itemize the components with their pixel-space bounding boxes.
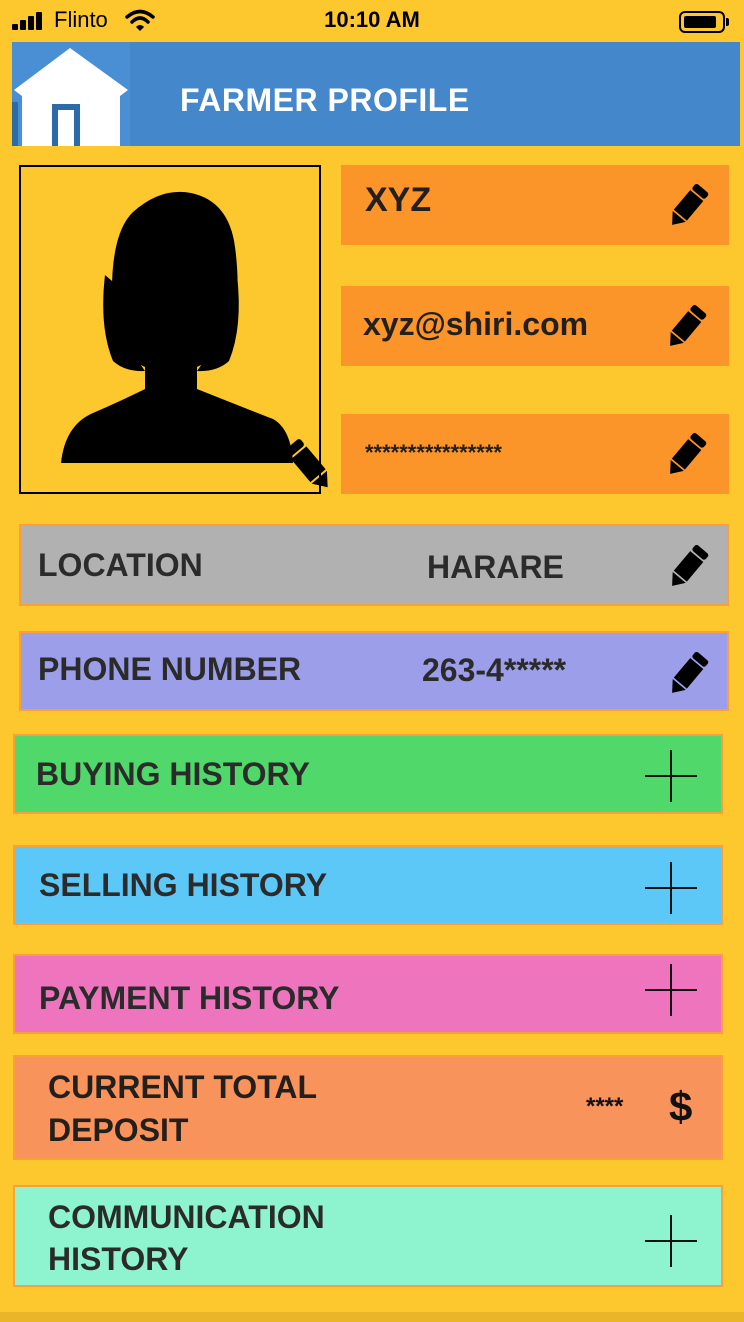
phone-label: PHONE NUMBER	[38, 651, 302, 687]
bottom-edge	[0, 1312, 744, 1322]
deposit-label-line2: DEPOSIT	[48, 1112, 189, 1148]
edit-phone-icon[interactable]	[665, 647, 711, 701]
deposit-value: ****	[586, 1093, 624, 1120]
edit-email-icon[interactable]	[663, 300, 709, 354]
page-title: FARMER PROFILE	[180, 82, 470, 118]
edit-location-icon[interactable]	[665, 540, 711, 594]
deposit-row: CURRENT TOTAL DEPOSIT **** $	[13, 1055, 723, 1160]
phone-value: 263-4*****	[422, 652, 567, 688]
buying-history-row[interactable]: BUYING HISTORY	[13, 734, 723, 814]
selling-history-row[interactable]: SELLING HISTORY	[13, 845, 723, 925]
location-label: LOCATION	[38, 547, 203, 583]
location-value: HARARE	[427, 549, 564, 585]
email-field[interactable]: xyz@shiri.com	[341, 286, 729, 366]
payment-history-row[interactable]: PAYMENT HISTORY	[13, 954, 723, 1034]
profile-photo[interactable]	[19, 165, 321, 494]
password-value: ****************	[365, 440, 502, 465]
edit-name-icon[interactable]	[665, 179, 711, 233]
password-field[interactable]: ****************	[341, 414, 729, 494]
home-button[interactable]	[12, 42, 130, 146]
email-value: xyz@shiri.com	[363, 306, 589, 342]
avatar-silhouette-icon	[61, 191, 293, 463]
expand-buying-icon[interactable]	[645, 750, 697, 802]
buying-history-label: BUYING HISTORY	[36, 756, 310, 792]
location-row[interactable]: LOCATION HARARE	[19, 524, 729, 606]
phone-row[interactable]: PHONE NUMBER 263-4*****	[19, 631, 729, 711]
communication-label-line2: HISTORY	[48, 1241, 189, 1277]
expand-communication-icon[interactable]	[645, 1215, 697, 1267]
home-icon	[12, 42, 130, 146]
payment-history-label: PAYMENT HISTORY	[39, 980, 340, 1016]
name-value: XYZ	[365, 181, 432, 219]
edit-photo-icon[interactable]	[282, 436, 336, 499]
communication-label-line1: COMMUNICATION	[48, 1199, 325, 1235]
name-field[interactable]: XYZ	[341, 165, 729, 245]
dollar-icon: $	[669, 1083, 693, 1130]
expand-selling-icon[interactable]	[645, 862, 697, 914]
header-bar: FARMER PROFILE	[12, 42, 740, 146]
selling-history-label: SELLING HISTORY	[39, 867, 328, 903]
deposit-label-line1: CURRENT TOTAL	[48, 1069, 318, 1105]
expand-payment-icon[interactable]	[645, 964, 697, 1016]
clock: 10:10 AM	[324, 7, 420, 32]
communication-history-row[interactable]: COMMUNICATION HISTORY	[13, 1185, 723, 1287]
battery-icon	[679, 11, 729, 33]
edit-password-icon[interactable]	[663, 428, 709, 482]
status-bar: Flinto 10:10 AM	[0, 0, 744, 42]
